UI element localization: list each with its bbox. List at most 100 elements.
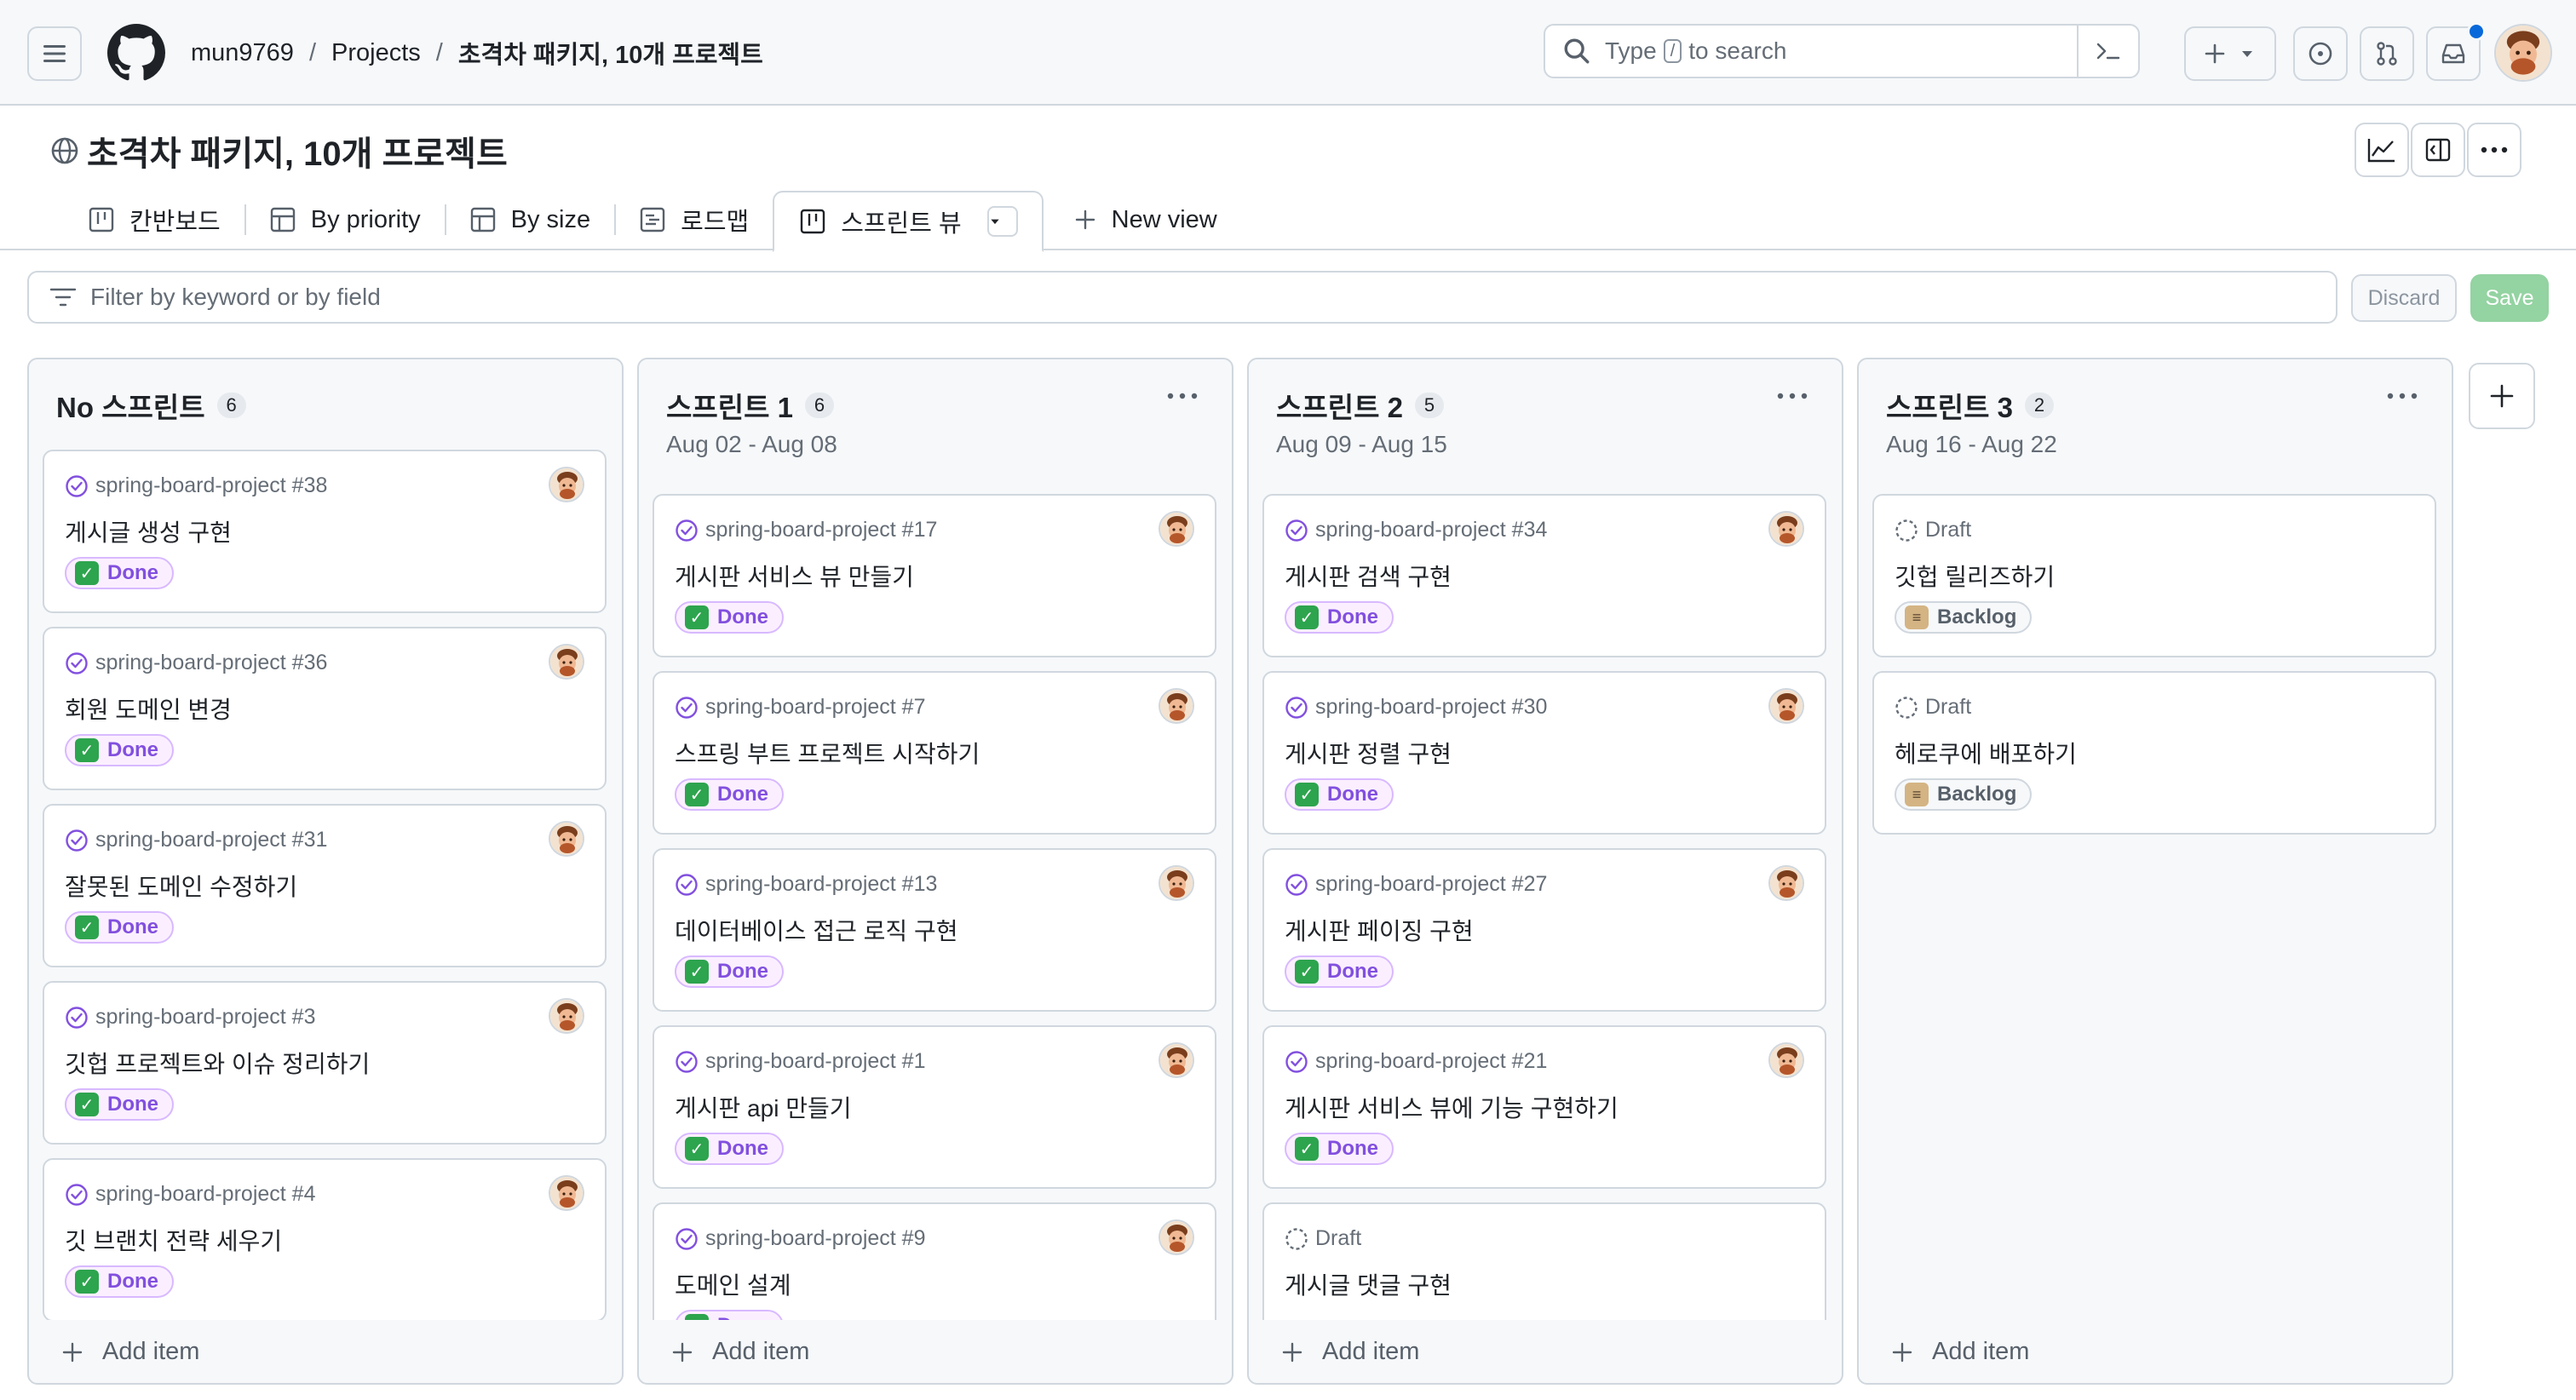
card-title[interactable]: 스프링 부트 프로젝트 시작하기 [675,736,980,770]
add-column-button[interactable] [2469,363,2535,429]
save-button[interactable]: Save [2470,274,2549,322]
breadcrumb-owner[interactable]: mun9769 [191,39,294,67]
issue-card[interactable]: spring-board-project #7 스프링 부트 프로젝트 시작하기 ✓… [653,671,1216,835]
add-item-button[interactable]: Add item [1281,1338,1419,1366]
card-reference[interactable]: spring-board-project #34 [1315,518,1547,542]
card-reference[interactable]: spring-board-project #38 [95,473,327,498]
assignee-avatar[interactable] [1159,688,1194,724]
issue-card[interactable]: Draft 헤로쿠에 배포하기 ≡ Backlog [1872,671,2436,835]
issue-card[interactable]: spring-board-project #38 게시글 생성 구현 ✓ Done [43,450,607,613]
assignee-avatar[interactable] [1159,865,1194,901]
card-reference[interactable]: spring-board-project #17 [705,518,937,542]
menu-button[interactable] [27,26,82,81]
assignee-avatar[interactable] [1768,865,1804,901]
issue-card[interactable]: spring-board-project #9 도메인 설계 ✓ Done [653,1202,1216,1320]
insights-button[interactable] [2355,123,2409,177]
tab-sprint-view[interactable]: 스프린트 뷰 [773,191,1044,252]
card-title[interactable]: 데이터베이스 접근 로직 구현 [675,913,957,947]
filter-input[interactable]: Filter by keyword or by field [27,271,2337,324]
card-reference[interactable]: spring-board-project #1 [705,1049,925,1074]
issue-card[interactable]: spring-board-project #36 회원 도메인 변경 ✓ Done [43,627,607,790]
breadcrumb-project[interactable]: 초격차 패키지, 10개 프로젝트 [458,35,763,71]
tab-by-size[interactable]: By size [446,189,614,250]
column-menu-button[interactable] [1775,383,1809,409]
assignee-avatar[interactable] [1159,511,1194,547]
project-details-button[interactable] [2411,123,2465,177]
tab-kanban[interactable]: 칸반보드 [65,189,244,250]
command-palette-button[interactable] [2077,26,2138,77]
card-reference[interactable]: spring-board-project #30 [1315,695,1547,720]
issue-card[interactable]: spring-board-project #30 게시판 정렬 구현 ✓ Done [1262,671,1826,835]
assignee-avatar[interactable] [1768,511,1804,547]
breadcrumb-projects[interactable]: Projects [331,39,421,67]
assignee-avatar[interactable] [549,1175,584,1211]
assignee-avatar[interactable] [549,644,584,680]
issue-card[interactable]: spring-board-project #34 게시판 검색 구현 ✓ Done [1262,494,1826,657]
view-tabs: 칸반보드 By priority By size 로드맵 스프린트 뷰 New … [65,189,1241,252]
project-menu-button[interactable] [2467,123,2521,177]
issue-closed-icon [676,873,698,896]
issue-card[interactable]: spring-board-project #4 깃 브랜치 전략 세우기 ✓ Done [43,1158,607,1320]
issue-card[interactable]: spring-board-project #21 게시판 서비스 뷰에 기능 구현… [1262,1025,1826,1189]
issue-card[interactable]: spring-board-project #17 게시판 서비스 뷰 만들기 ✓ Do… [653,494,1216,657]
card-title[interactable]: 게시판 페이징 구현 [1285,913,1474,947]
card-reference[interactable]: spring-board-project #7 [705,695,925,720]
card-reference[interactable]: spring-board-project #31 [95,828,327,852]
user-avatar[interactable] [2494,24,2552,82]
assignee-avatar[interactable] [549,998,584,1034]
search-input[interactable]: Type / to search [1544,24,2140,78]
card-reference[interactable]: spring-board-project #3 [95,1005,315,1030]
issue-card[interactable]: Draft 깃헙 릴리즈하기 ≡ Backlog [1872,494,2436,657]
assignee-avatar[interactable] [1768,688,1804,724]
issue-card[interactable]: spring-board-project #3 깃헙 프로젝트와 이슈 정리하기 ✓… [43,981,607,1145]
add-item-button[interactable]: Add item [1891,1338,2029,1366]
card-title[interactable]: 깃헙 릴리즈하기 [1895,559,2055,593]
avatar-face-icon [1160,513,1193,545]
card-title[interactable]: 게시판 정렬 구현 [1285,736,1452,770]
issues-button[interactable] [2293,26,2348,81]
card-reference[interactable]: spring-board-project #13 [705,872,937,897]
card-title[interactable]: 게시글 댓글 구현 [1285,1267,1452,1301]
issue-card[interactable]: spring-board-project #31 잘못된 도메인 수정하기 ✓ Don… [43,804,607,967]
card-title[interactable]: 게시판 api 만들기 [675,1090,852,1124]
card-title[interactable]: 깃헙 프로젝트와 이슈 정리하기 [65,1046,370,1080]
card-title[interactable]: 잘못된 도메인 수정하기 [65,869,297,903]
card-reference[interactable]: spring-board-project #9 [705,1226,925,1251]
add-item-button[interactable]: Add item [671,1338,809,1366]
assignee-avatar[interactable] [549,821,584,857]
check-box-icon: ✓ [1295,605,1319,629]
column-menu-button[interactable] [1165,383,1199,409]
card-title[interactable]: 도메인 설계 [675,1267,791,1301]
tab-roadmap[interactable]: 로드맵 [616,189,773,250]
card-title[interactable]: 게시판 검색 구현 [1285,559,1452,593]
status-label: Done [717,1314,768,1320]
card-title[interactable]: 회원 도메인 변경 [65,691,232,726]
column-menu-button[interactable] [2385,383,2419,409]
card-title[interactable]: 게시글 생성 구현 [65,514,232,548]
card-reference[interactable]: spring-board-project #4 [95,1182,315,1207]
pull-requests-button[interactable] [2360,26,2414,81]
new-view-button[interactable]: New view [1050,189,1241,250]
card-reference[interactable]: spring-board-project #36 [95,651,327,675]
issue-card[interactable]: spring-board-project #13 데이터베이스 접근 로직 구현 ✓… [653,848,1216,1012]
card-title[interactable]: 헤로쿠에 배포하기 [1895,736,2077,770]
card-reference[interactable]: spring-board-project #27 [1315,872,1547,897]
discard-button[interactable]: Discard [2351,274,2457,322]
card-title[interactable]: 게시판 서비스 뷰 만들기 [675,559,914,593]
issue-closed-icon [676,696,698,719]
tab-by-priority[interactable]: By priority [246,189,445,250]
card-title[interactable]: 게시판 서비스 뷰에 기능 구현하기 [1285,1090,1619,1124]
assignee-avatar[interactable] [1159,1042,1194,1078]
issue-card[interactable]: Draft 게시글 댓글 구현 [1262,1202,1826,1320]
assignee-avatar[interactable] [1768,1042,1804,1078]
view-options-button[interactable] [986,206,1018,237]
github-logo-icon[interactable] [107,24,165,82]
card-reference[interactable]: spring-board-project #21 [1315,1049,1547,1074]
create-new-button[interactable] [2184,26,2276,81]
add-item-button[interactable]: Add item [61,1338,199,1366]
issue-card[interactable]: spring-board-project #1 게시판 api 만들기 ✓ Done [653,1025,1216,1189]
issue-card[interactable]: spring-board-project #27 게시판 페이징 구현 ✓ Done [1262,848,1826,1012]
assignee-avatar[interactable] [1159,1219,1194,1255]
card-title[interactable]: 깃 브랜치 전략 세우기 [65,1223,282,1257]
assignee-avatar[interactable] [549,467,584,502]
